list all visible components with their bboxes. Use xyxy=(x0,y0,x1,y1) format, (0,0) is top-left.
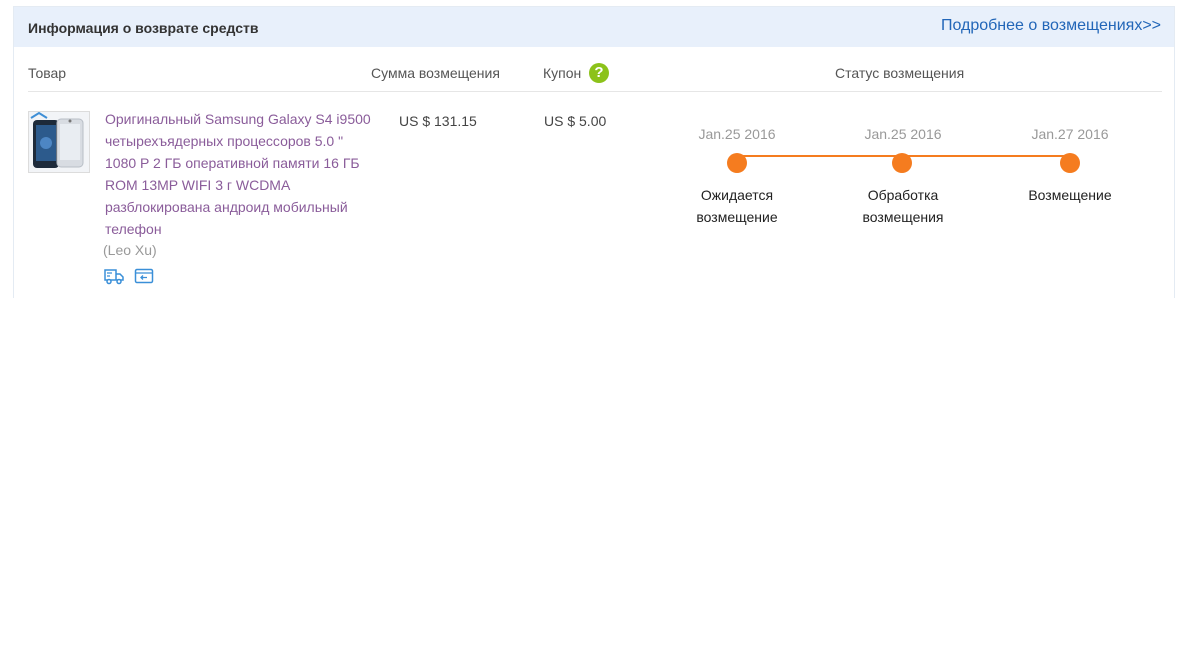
timeline-step-2-date: Jan.25 2016 xyxy=(864,126,942,142)
order-action-icons xyxy=(104,267,160,285)
panel-title: Информация о возврате средств xyxy=(28,20,259,36)
timeline-step-2-label: Обработка возмещения xyxy=(862,187,944,225)
product-name-link[interactable]: Оригинальный Samsung Galaxy S4 i9500 чет… xyxy=(105,108,373,240)
coupon-amount: US $ 5.00 xyxy=(544,113,607,129)
panel-header: Информация о возврате средств Подробнее … xyxy=(14,7,1174,47)
refund-info-panel: Информация о возврате средств Подробнее … xyxy=(13,6,1175,298)
shipping-truck-icon[interactable] xyxy=(104,267,124,285)
coupon-help-icon[interactable]: ? xyxy=(589,63,609,83)
timeline-step-3-dot xyxy=(1060,153,1080,173)
return-card-icon[interactable] xyxy=(134,267,154,285)
refund-details-link[interactable]: Подробнее о возмещениях>> xyxy=(941,17,1161,35)
seller-name: (Leo Xu) xyxy=(103,242,157,258)
timeline-step-1-label: Ожидается возмещение xyxy=(696,187,778,225)
header-divider xyxy=(28,91,1162,92)
product-thumbnail[interactable] xyxy=(28,111,90,173)
phone-image-icon xyxy=(29,112,89,172)
refund-amount: US $ 131.15 xyxy=(399,113,477,129)
column-header-amount: Сумма возмещения xyxy=(371,65,500,81)
timeline-step-2-dot xyxy=(892,153,912,173)
timeline-step-1-dot xyxy=(727,153,747,173)
column-header-coupon: Купон xyxy=(543,65,582,81)
column-header-product: Товар xyxy=(28,65,67,81)
timeline-step-1-date: Jan.25 2016 xyxy=(698,126,776,142)
column-header-status: Статус возмещения xyxy=(835,65,965,81)
timeline-step-3-date: Jan.27 2016 xyxy=(1031,126,1109,142)
timeline-step-3-label: Возмещение xyxy=(1028,187,1112,203)
